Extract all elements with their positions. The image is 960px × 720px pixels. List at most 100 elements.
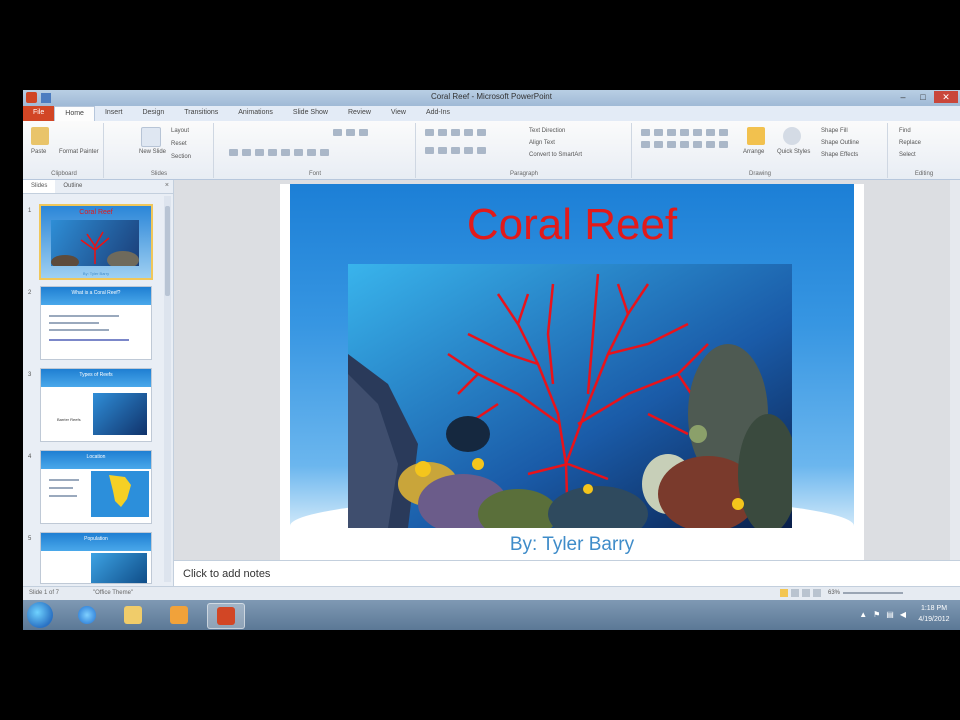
- section-button[interactable]: Section: [171, 154, 191, 160]
- paragraph-label: Paragraph: [509, 171, 539, 177]
- format-painter-button[interactable]: Format Painter: [59, 149, 99, 155]
- zoom-level: 63%: [828, 590, 841, 596]
- tab-outline-panel[interactable]: Outline: [55, 180, 90, 193]
- coral-reef-image: [348, 264, 792, 528]
- notes-placeholder[interactable]: Click to add notes: [183, 568, 270, 580]
- zoom-slider[interactable]: [843, 592, 904, 594]
- tab-animations[interactable]: Animations: [228, 106, 283, 121]
- slide-thumbnail-3[interactable]: Types of Reefs Barrier Reefs: [40, 368, 152, 442]
- close-panel-icon[interactable]: ×: [165, 182, 169, 189]
- slide-thumbnail-4[interactable]: Location: [40, 450, 152, 524]
- new-slide-button[interactable]: New Slide: [139, 149, 166, 155]
- slide-canvas[interactable]: Coral Reef By: Tyler Barry: [280, 184, 864, 560]
- tab-design[interactable]: Design: [132, 106, 174, 121]
- layout-button[interactable]: Layout: [171, 128, 189, 134]
- shape-fill-button[interactable]: Shape Fill: [821, 128, 848, 134]
- shape-outline-button[interactable]: Shape Outline: [821, 140, 859, 146]
- font-label: Font: [308, 171, 321, 177]
- select-button[interactable]: Select: [899, 152, 916, 158]
- tab-review[interactable]: Review: [338, 106, 381, 121]
- flag-icon[interactable]: ⚑: [873, 610, 880, 619]
- thumbnail-number: 4: [28, 454, 32, 460]
- shape-effects-button[interactable]: Shape Effects: [821, 152, 858, 158]
- thumbnail-number: 3: [28, 372, 32, 378]
- clipboard-group: Paste Format Painter Clipboard: [25, 123, 104, 178]
- slide-thumbnail-2[interactable]: What is a Coral Reef?: [40, 286, 152, 360]
- taskbar: ▲ ⚑ ▤ ◀ 1:18 PM 4/19/2012: [23, 600, 960, 630]
- internet-explorer-icon[interactable]: [69, 603, 105, 627]
- tab-add-ins[interactable]: Add-Ins: [416, 106, 460, 121]
- list-buttons[interactable]: [425, 129, 486, 137]
- normal-view-icon[interactable]: [780, 589, 788, 597]
- clipboard-label: Clipboard: [51, 171, 77, 177]
- arrange-button[interactable]: Arrange: [743, 149, 764, 155]
- volume-icon[interactable]: ◀: [900, 610, 906, 619]
- alignment-buttons[interactable]: [425, 147, 486, 155]
- minimize-button[interactable]: –: [894, 91, 912, 103]
- zoom-controls[interactable]: 63%: [780, 589, 904, 597]
- slide-title[interactable]: Coral Reef: [280, 200, 864, 250]
- clock[interactable]: 1:18 PM 4/19/2012: [912, 603, 956, 625]
- slide-subtitle[interactable]: By: Tyler Barry: [280, 534, 864, 556]
- tab-slide-show[interactable]: Slide Show: [283, 106, 338, 121]
- network-icon[interactable]: ▤: [886, 610, 894, 619]
- slide-scrollbar[interactable]: [950, 180, 960, 560]
- slide-show-icon[interactable]: [813, 589, 821, 597]
- reading-view-icon[interactable]: [802, 589, 810, 597]
- coral-thumbnail-image: [51, 231, 139, 269]
- thumbnail-photo: [51, 220, 139, 269]
- paste-icon[interactable]: [31, 127, 49, 145]
- tab-home[interactable]: Home: [54, 106, 95, 122]
- media-player-icon[interactable]: [161, 603, 197, 627]
- shapes-gallery-row-2[interactable]: [641, 141, 728, 149]
- thumbnail-map: [91, 471, 149, 517]
- panel-scrollbar[interactable]: [164, 196, 171, 582]
- drawing-label: Drawing: [748, 171, 771, 177]
- ribbon: Paste Format Painter Clipboard New Slide…: [23, 121, 960, 180]
- find-button[interactable]: Find: [899, 128, 911, 134]
- quick-styles-button[interactable]: Quick Styles: [777, 149, 810, 155]
- maximize-button[interactable]: □: [914, 91, 932, 103]
- file-explorer-icon[interactable]: [115, 603, 151, 627]
- screen: Coral Reef - Microsoft PowerPoint – □ ✕ …: [23, 90, 960, 630]
- thumbnail-text: Barrier Reefs: [57, 417, 81, 422]
- slides-label: Slides: [150, 171, 168, 177]
- slide-thumbnail-1[interactable]: Coral Reef By: Tyler Barry: [39, 204, 153, 280]
- align-text-button[interactable]: Align Text: [529, 140, 555, 146]
- font-size-buttons[interactable]: [333, 129, 368, 137]
- quick-styles-icon[interactable]: [783, 127, 801, 145]
- slide-sorter-icon[interactable]: [791, 589, 799, 597]
- system-tray: ▲ ⚑ ▤ ◀: [859, 610, 906, 619]
- window-title: Coral Reef - Microsoft PowerPoint: [431, 92, 552, 101]
- theme-name: "Office Theme": [93, 590, 134, 596]
- notes-pane[interactable]: Click to add notes: [174, 560, 960, 587]
- thumbnail-title: Location: [86, 454, 106, 460]
- arrange-icon[interactable]: [747, 127, 765, 145]
- convert-smartart-button[interactable]: Convert to SmartArt: [529, 152, 582, 158]
- coral-reef-photo[interactable]: [348, 264, 792, 528]
- slide-thumbnail-5[interactable]: Population: [40, 532, 152, 584]
- tab-file[interactable]: File: [23, 106, 55, 121]
- shapes-gallery[interactable]: [641, 129, 728, 137]
- reset-button[interactable]: Reset: [171, 141, 187, 147]
- tab-insert[interactable]: Insert: [95, 106, 133, 121]
- start-button[interactable]: [27, 602, 53, 628]
- tab-view[interactable]: View: [381, 106, 416, 121]
- new-slide-icon[interactable]: [141, 127, 161, 147]
- replace-button[interactable]: Replace: [899, 140, 921, 146]
- clock-time: 1:18 PM: [920, 605, 948, 612]
- font-format-buttons[interactable]: [229, 149, 329, 157]
- thumbnail-title: Types of Reefs: [79, 372, 113, 378]
- thumbnail-photo: [91, 553, 147, 583]
- tab-slides-panel[interactable]: Slides: [23, 180, 56, 193]
- tab-transitions[interactable]: Transitions: [174, 106, 228, 121]
- paste-button[interactable]: Paste: [31, 149, 46, 155]
- drawing-group: Arrange Quick Styles Shape Fill Shape Ou…: [633, 123, 888, 178]
- close-button[interactable]: ✕: [934, 91, 958, 103]
- ribbon-tabs: File Home Insert Design Transitions Anim…: [23, 106, 960, 122]
- powerpoint-taskbar-icon[interactable]: [207, 603, 245, 629]
- text-direction-button[interactable]: Text Direction: [529, 128, 565, 134]
- tray-arrow-icon[interactable]: ▲: [859, 610, 867, 619]
- map-thumbnail-image: [109, 475, 131, 507]
- thumbnail-title: Population: [84, 536, 108, 542]
